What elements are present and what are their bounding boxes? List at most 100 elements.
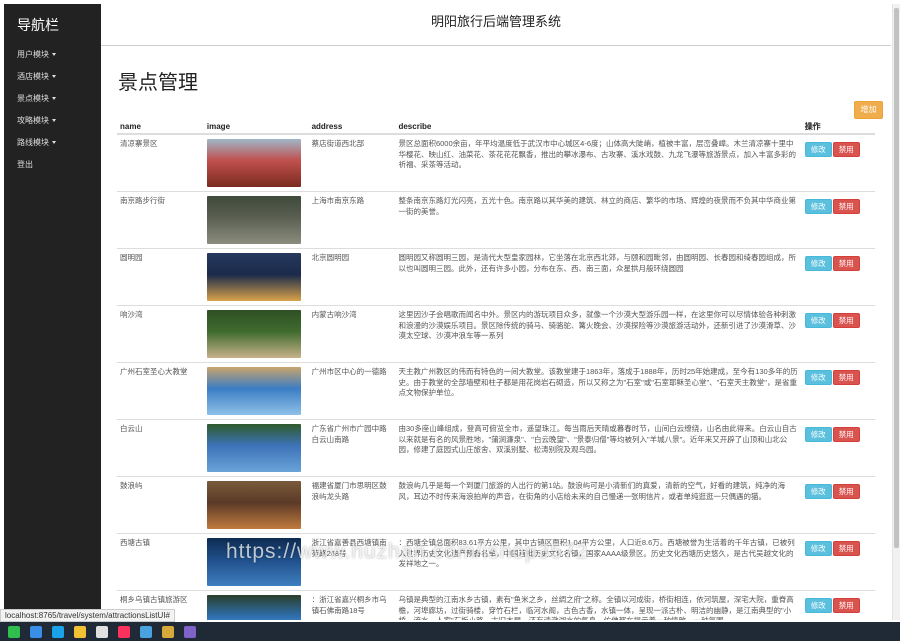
attraction-photo xyxy=(206,595,301,620)
sidebar-item-label: 路线模块 xyxy=(17,138,49,147)
attractions-table: name image address describe 操作 清凉寨景区 蔡店街道… xyxy=(117,120,875,620)
edit-button[interactable]: 修改 xyxy=(804,142,832,157)
edge-icon[interactable] xyxy=(52,625,64,638)
sidebar-item-1[interactable]: 酒店模块 xyxy=(17,66,101,88)
add-button[interactable]: 增加 xyxy=(854,101,883,119)
cell-actions: 修改 禁用 xyxy=(801,533,875,591)
edit-button[interactable]: 修改 xyxy=(804,313,832,328)
table-header-row: name image address describe 操作 xyxy=(117,120,875,135)
cell-name: 西塘古镇 xyxy=(117,533,204,591)
attraction-photo xyxy=(206,538,301,586)
main-content: 明阳旅行后端管理系统 景点管理 增加 name image address de… xyxy=(101,4,891,620)
cell-describe: 乌镇是典型的江南水乡古镇，素有"鱼米之乡，丝绸之府"之称。全镇以河成街，桥街相连… xyxy=(395,590,802,620)
cell-image xyxy=(203,248,309,306)
browser-icon[interactable] xyxy=(30,625,42,638)
sidebar-item-label: 景点模块 xyxy=(17,94,49,103)
ide-icon[interactable] xyxy=(118,625,130,638)
sidebar-item-0[interactable]: 用户模块 xyxy=(17,44,101,66)
disable-button[interactable]: 禁用 xyxy=(832,199,860,214)
sidebar-item-5[interactable]: 登出 xyxy=(17,154,101,176)
cell-name: 清凉寨景区 xyxy=(117,133,204,192)
cell-image xyxy=(203,362,309,420)
cell-address: 浙江省嘉善县西塘镇南苑路268号 xyxy=(308,533,396,591)
cell-image xyxy=(203,305,309,363)
wechat-icon[interactable] xyxy=(8,625,20,638)
cell-name: 广州石室圣心大教堂 xyxy=(117,362,204,420)
caret-down-icon xyxy=(52,97,56,101)
table-row: 南京路步行街 上海市南京东路 整条南京东路灯光闪亮，五光十色。南京路以其华美的建筑、… xyxy=(117,191,875,249)
attraction-photo xyxy=(206,481,301,529)
cell-image xyxy=(203,133,309,192)
cell-describe: 景区总面积6000余亩，年平均温度低于武汉市中心城区4-6度；山体高大陡峭，植被… xyxy=(395,133,802,192)
sidebar: 导航栏 用户模块酒店模块景点模块攻略模块路线模块登出 xyxy=(4,4,101,620)
caret-down-icon xyxy=(52,75,56,79)
disable-button[interactable]: 禁用 xyxy=(832,541,860,556)
disable-button[interactable]: 禁用 xyxy=(832,427,860,442)
header-bar: 明阳旅行后端管理系统 xyxy=(101,4,891,46)
attraction-photo xyxy=(206,196,301,244)
disable-button[interactable]: 禁用 xyxy=(832,142,860,157)
cell-address: 广州市区中心的一德路 xyxy=(308,362,396,420)
sidebar-nav: 用户模块酒店模块景点模块攻略模块路线模块登出 xyxy=(4,44,101,176)
cell-actions: 修改 禁用 xyxy=(801,305,875,363)
cell-address: 广东省广州市广园中路白云山南路 xyxy=(308,419,396,477)
vertical-scrollbar[interactable] xyxy=(892,4,900,620)
cell-image xyxy=(203,533,309,591)
column-header-name: name xyxy=(117,120,204,135)
status-bar-url: localhost:8765/travel/system/attractions… xyxy=(0,609,175,622)
cell-actions: 修改 禁用 xyxy=(801,362,875,420)
cell-address: 福建省厦门市思明区鼓浪屿龙头路 xyxy=(308,476,396,534)
caret-down-icon xyxy=(52,119,56,123)
sidebar-item-4[interactable]: 路线模块 xyxy=(17,132,101,154)
table-row: 圆明园 北京圆明园 圆明园又称圆明三园，是清代大型皇家园林，它坐落在北京西北郊，与颐… xyxy=(117,248,875,306)
edit-button[interactable]: 修改 xyxy=(804,199,832,214)
sidebar-item-2[interactable]: 景点模块 xyxy=(17,88,101,110)
terminal-icon[interactable] xyxy=(96,625,108,638)
app-icon[interactable] xyxy=(162,625,174,638)
sidebar-item-3[interactable]: 攻略模块 xyxy=(17,110,101,132)
cell-describe: ：西塘全镇总面积83.61平方公里，其中古镇区面积1.04平方公里，人口近8.6… xyxy=(395,533,802,591)
cell-describe: 由30多座山峰组成，登高可俯览全市，遥望珠江。每当雨后天晴或暮春时节，山间白云缭… xyxy=(395,419,802,477)
table-row: 桐乡乌镇古镇旅游区 ：浙江省嘉兴桐乡市乌镇石佛南路18号 乌镇是典型的江南水乡古镇，… xyxy=(117,590,875,620)
cell-address: 蔡店街道西北部 xyxy=(308,133,396,192)
sidebar-brand: 导航栏 xyxy=(17,17,59,33)
attraction-photo xyxy=(206,424,301,472)
cell-name: 南京路步行街 xyxy=(117,191,204,249)
attraction-photo xyxy=(206,367,301,415)
edit-button[interactable]: 修改 xyxy=(804,484,832,499)
edit-button[interactable]: 修改 xyxy=(804,541,832,556)
disable-button[interactable]: 禁用 xyxy=(832,256,860,271)
caret-down-icon xyxy=(52,53,56,57)
cell-name: 响沙湾 xyxy=(117,305,204,363)
caret-down-icon xyxy=(52,141,56,145)
cell-image xyxy=(203,419,309,477)
disable-button[interactable]: 禁用 xyxy=(832,598,860,613)
cell-describe: 鼓浪屿几乎是每一个到厦门旅游的人出行的第1站。鼓浪屿可是小清新们的真爱，清新的空… xyxy=(395,476,802,534)
sidebar-item-label: 酒店模块 xyxy=(17,72,49,81)
cell-actions: 修改 禁用 xyxy=(801,476,875,534)
table-row: 西塘古镇 浙江省嘉善县西塘镇南苑路268号 ：西塘全镇总面积83.61平方公里，其中… xyxy=(117,533,875,591)
disable-button[interactable]: 禁用 xyxy=(832,484,860,499)
folder-icon[interactable] xyxy=(74,625,86,638)
cell-actions: 修改 禁用 xyxy=(801,191,875,249)
edit-button[interactable]: 修改 xyxy=(804,370,832,385)
attraction-photo xyxy=(206,310,301,358)
scrollbar-thumb[interactable] xyxy=(894,8,899,548)
cell-address: 内蒙古响沙湾 xyxy=(308,305,396,363)
table-row: 鼓浪屿 福建省厦门市思明区鼓浪屿龙头路 鼓浪屿几乎是每一个到厦门旅游的人出行的第1站… xyxy=(117,476,875,534)
table-row: 广州石室圣心大教堂 广州市区中心的一德路 天主教广州教区的伟而有特色的一间大教堂。该… xyxy=(117,362,875,420)
table-row: 清凉寨景区 蔡店街道西北部 景区总面积6000余亩，年平均温度低于武汉市中心城区4-… xyxy=(117,133,875,192)
cell-actions: 修改 禁用 xyxy=(801,133,875,192)
disable-button[interactable]: 禁用 xyxy=(832,313,860,328)
app-icon-2[interactable] xyxy=(184,625,196,638)
cloud-icon[interactable] xyxy=(140,625,152,638)
cell-describe: 整条南京东路灯光闪亮，五光十色。南京路以其华美的建筑、林立的商店、繁华的市场、辉… xyxy=(395,191,802,249)
system-title: 明阳旅行后端管理系统 xyxy=(430,14,561,29)
table-row: 响沙湾 内蒙古响沙湾 这里因沙子会唱歌而闻名中外。景区内的游玩项目众多，就像一个沙漠… xyxy=(117,305,875,363)
edit-button[interactable]: 修改 xyxy=(804,427,832,442)
edit-button[interactable]: 修改 xyxy=(804,256,832,271)
disable-button[interactable]: 禁用 xyxy=(832,370,860,385)
cell-actions: 修改 禁用 xyxy=(801,419,875,477)
cell-describe: 这里因沙子会唱歌而闻名中外。景区内的游玩项目众多，就像一个沙漠大型游乐园一样，在… xyxy=(395,305,802,363)
edit-button[interactable]: 修改 xyxy=(804,598,832,613)
